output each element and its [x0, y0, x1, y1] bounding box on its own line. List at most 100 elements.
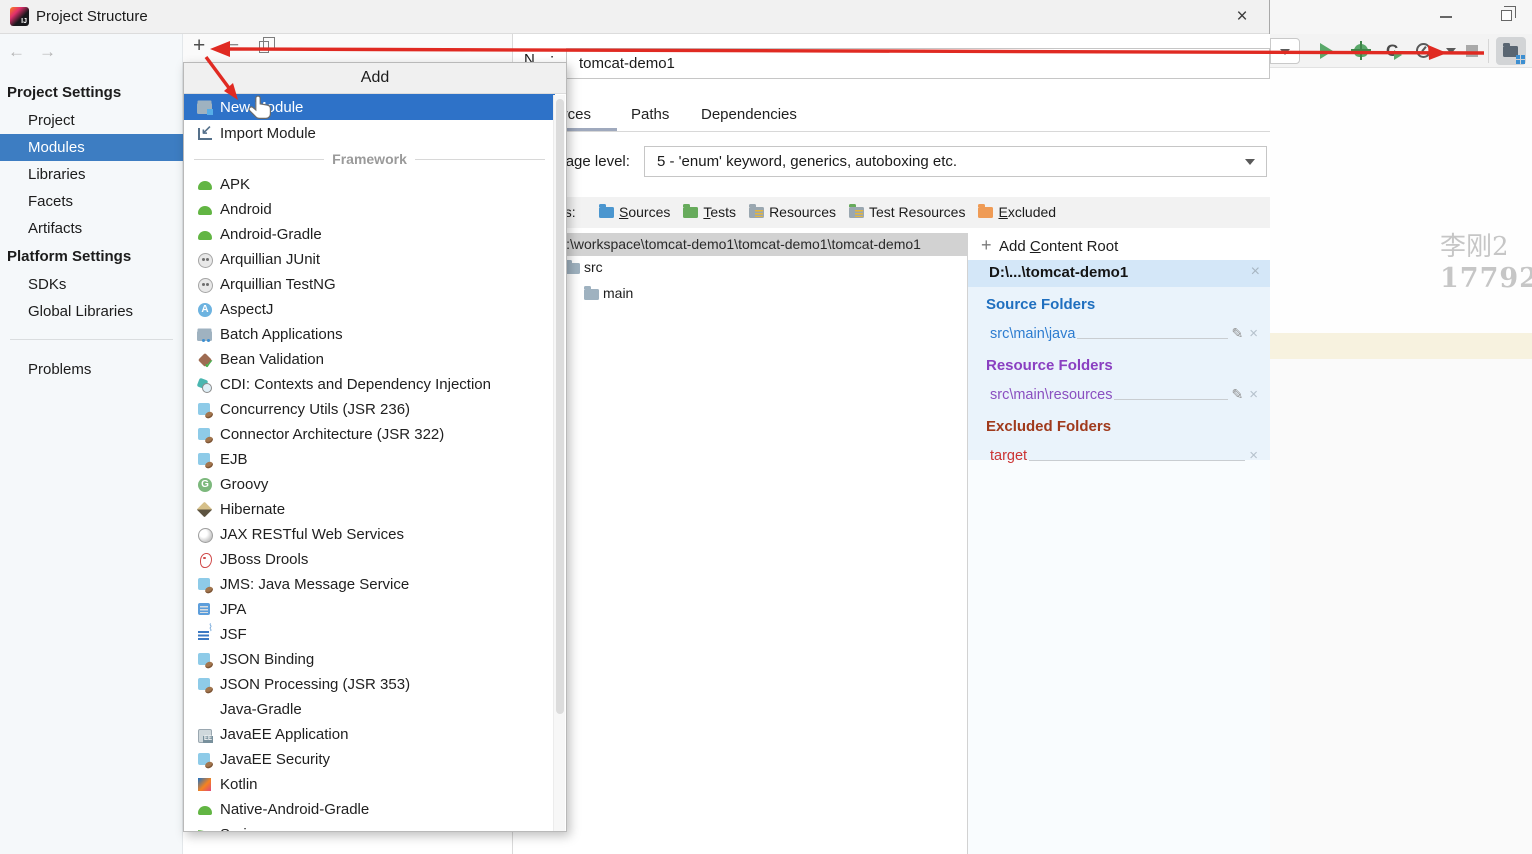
framework-item-jax-restful-web-services[interactable]: JAX RESTful Web Services — [184, 522, 555, 547]
source-tree: src ›main — [513, 256, 967, 308]
framework-item-label: Android-Gradle — [220, 226, 322, 243]
mark-as-test-resources[interactable]: Test Resources — [848, 203, 965, 220]
framework-item-label: JavaEE Security — [220, 751, 331, 768]
remove-folder-icon[interactable]: × — [1249, 386, 1258, 403]
close-icon[interactable]: × — [1230, 5, 1254, 29]
framework-item-aspectj[interactable]: AspectJ — [184, 297, 555, 322]
mark-as-excluded[interactable]: Excluded — [978, 203, 1056, 220]
framework-item-label: Batch Applications — [220, 326, 343, 343]
framework-item-arquillian-junit[interactable]: Arquillian JUnit — [184, 247, 555, 272]
run-icon[interactable] — [1320, 43, 1333, 59]
add-content-root-row[interactable]: + Add Content Root — [968, 233, 1270, 260]
module-name-input[interactable] — [566, 48, 1270, 79]
framework-item-jboss-drools[interactable]: JBoss Drools — [184, 547, 555, 572]
forward-icon[interactable]: → — [39, 42, 70, 61]
framework-item-label: JMS: Java Message Service — [220, 576, 410, 593]
no-icon — [197, 702, 213, 718]
framework-item-android-gradle[interactable]: Android-Gradle — [184, 222, 555, 247]
sidebar-item-sdks[interactable]: SDKs — [0, 271, 183, 298]
menu-item-import-module[interactable]: Import Module — [184, 120, 555, 146]
framework-item-jsf[interactable]: JSF — [184, 622, 555, 647]
sidebar-item-modules[interactable]: Modules — [0, 134, 183, 161]
framework-item-jpa[interactable]: JPA — [184, 597, 555, 622]
content-root-item[interactable]: D:\...\tomcat-demo1 × — [968, 260, 1270, 287]
framework-item-native-android-gradle[interactable]: Native-Android-Gradle — [184, 797, 555, 822]
framework-item-label: JSF — [220, 626, 247, 643]
coverage-icon[interactable]: C — [1386, 41, 1403, 61]
restore-icon[interactable] — [1501, 6, 1516, 21]
content-root-path-bar[interactable]: D:\workspace\tomcat-demo1\tomcat-demo1\t… — [513, 233, 967, 256]
ide-background-window: C 李刚2 17792285 — [1270, 0, 1532, 854]
tree-row-src[interactable]: src — [513, 256, 967, 282]
sidebar-item-project[interactable]: Project — [0, 107, 183, 134]
framework-item-bean-validation[interactable]: Bean Validation — [184, 347, 555, 372]
bean-validation-icon — [197, 352, 214, 371]
framework-item-javaee-security[interactable]: JavaEE Security — [184, 747, 555, 772]
framework-item-spring[interactable]: Spring — [184, 822, 555, 831]
content-roots-pane: + Add Content Root D:\...\tomcat-demo1 ×… — [967, 233, 1270, 854]
group-title-excluded-folders: Excluded Folders — [986, 418, 1112, 435]
debug-icon[interactable] — [1351, 41, 1371, 60]
framework-item-concurrency-utils-jsr-236[interactable]: Concurrency Utils (JSR 236) — [184, 397, 555, 422]
framework-item-cdi-contexts-and-dependency-injection[interactable]: CDI: Contexts and Dependency Injection — [184, 372, 555, 397]
editor-highlight-band — [1270, 333, 1532, 359]
project-structure-button[interactable] — [1496, 37, 1526, 65]
framework-item-java-gradle[interactable]: Java-Gradle — [184, 697, 555, 722]
tab-paths[interactable]: Paths — [631, 106, 669, 123]
mark-as-tests[interactable]: Tests — [683, 203, 736, 220]
remove-module-button[interactable]: − — [228, 35, 239, 57]
popup-scrollbar[interactable] — [553, 95, 565, 831]
add-module-button[interactable]: + — [193, 34, 205, 58]
modules-toolbar: + − — [183, 34, 512, 62]
dropdown-icon[interactable] — [1446, 48, 1456, 54]
test-resource-folder-icon — [848, 203, 864, 218]
language-level-select[interactable]: 5 - 'enum' keyword, generics, autoboxing… — [644, 146, 1267, 177]
minimize-icon[interactable] — [1440, 16, 1452, 18]
framework-item-ejb[interactable]: EJB — [184, 447, 555, 472]
framework-item-android[interactable]: Android — [184, 197, 555, 222]
run-configuration-combo[interactable] — [1270, 38, 1300, 64]
folder-entry-src-main-java[interactable]: src\main\java ✎ × — [990, 318, 1260, 342]
folder-icon — [565, 260, 580, 274]
scrollbar-thumb[interactable] — [555, 99, 564, 714]
menu-item-new-module[interactable]: New Module — [184, 94, 555, 120]
sidebar-item-facets[interactable]: Facets — [0, 188, 183, 215]
remove-root-icon[interactable]: × — [1251, 263, 1260, 281]
dialog-title: Project Structure — [36, 8, 148, 25]
framework-item-groovy[interactable]: Groovy — [184, 472, 555, 497]
sidebar-item-libraries[interactable]: Libraries — [0, 161, 183, 188]
folder-entry-target[interactable]: target × — [990, 440, 1260, 464]
javaee-bean-icon — [197, 577, 213, 593]
framework-item-label: Arquillian JUnit — [220, 251, 321, 268]
remove-folder-icon[interactable]: × — [1249, 325, 1258, 342]
tab-dependencies[interactable]: Dependencies — [701, 106, 797, 123]
framework-item-jms-java-message-service[interactable]: JMS: Java Message Service — [184, 572, 555, 597]
tree-row-main[interactable]: ›main — [513, 282, 967, 308]
pencil-icon[interactable]: ✎ — [1232, 325, 1244, 342]
framework-item-arquillian-testng[interactable]: Arquillian TestNG — [184, 272, 555, 297]
framework-item-apk[interactable]: APK — [184, 172, 555, 197]
framework-item-batch-applications[interactable]: Batch Applications — [184, 322, 555, 347]
history-nav: ←→ — [8, 42, 70, 62]
pencil-icon[interactable]: ✎ — [1232, 386, 1244, 403]
sidebar-header-platform-settings: Platform Settings — [7, 248, 132, 265]
stop-icon — [1466, 45, 1478, 57]
framework-item-kotlin[interactable]: Kotlin — [184, 772, 555, 797]
mark-as-resources[interactable]: Resources — [749, 203, 836, 220]
remove-folder-icon[interactable]: × — [1249, 447, 1258, 464]
sidebar-item-problems[interactable]: Problems — [0, 356, 183, 383]
globe-icon — [197, 527, 213, 543]
back-icon[interactable]: ← — [8, 42, 39, 61]
folder-path: target — [990, 448, 1028, 464]
framework-item-hibernate[interactable]: Hibernate — [184, 497, 555, 522]
profiler-icon[interactable] — [1416, 43, 1431, 58]
framework-item-connector-architecture-jsr-322[interactable]: Connector Architecture (JSR 322) — [184, 422, 555, 447]
copy-icon[interactable] — [259, 37, 275, 53]
framework-item-json-binding[interactable]: JSON Binding — [184, 647, 555, 672]
mark-as-sources[interactable]: Sources — [599, 203, 670, 220]
folder-entry-src-main-resources[interactable]: src\main\resources ✎ × — [990, 379, 1260, 403]
framework-item-javaee-application[interactable]: JavaEE Application — [184, 722, 555, 747]
sidebar-item-artifacts[interactable]: Artifacts — [0, 215, 183, 242]
framework-item-json-processing-jsr-353[interactable]: JSON Processing (JSR 353) — [184, 672, 555, 697]
sidebar-item-global-libraries[interactable]: Global Libraries — [0, 298, 183, 325]
